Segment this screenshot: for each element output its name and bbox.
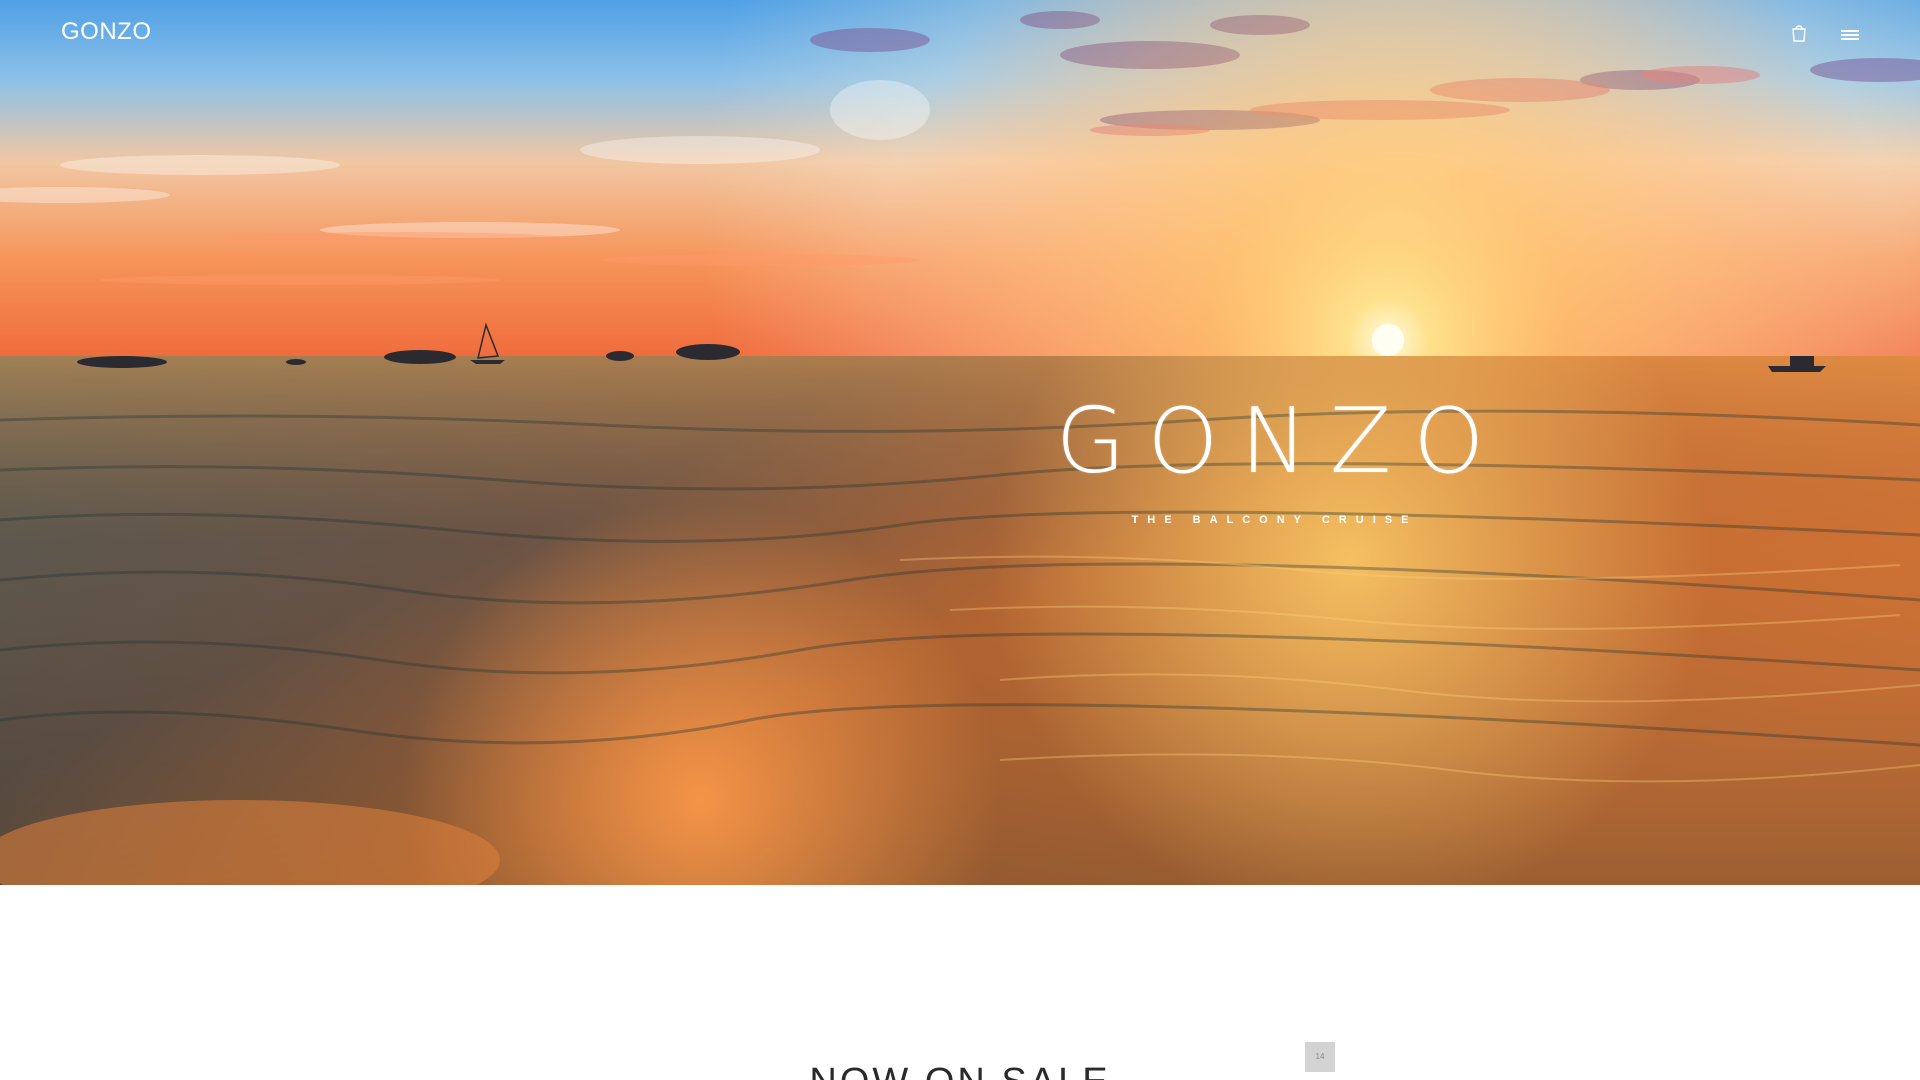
menu-button[interactable] (1838, 24, 1862, 46)
hero-title: GONZO (1055, 389, 1507, 494)
site-logo[interactable]: GONZO (61, 18, 152, 46)
sale-heading: NOW ON SALE (760, 1062, 1160, 1080)
hero-subtitle: THE BALCONY CRUISE (1131, 514, 1418, 526)
shopping-bag-icon (1792, 25, 1806, 42)
hamburger-menu-icon (1841, 30, 1859, 40)
cart-button[interactable] (1788, 22, 1810, 44)
scroll-to-top-badge[interactable]: 14 (1305, 1042, 1335, 1072)
hero-background-image (0, 0, 1920, 885)
page: GONZO GONZO THE BALCONY CRUISE NOW ON SA… (0, 0, 1920, 1080)
hero-section: GONZO GONZO THE BALCONY CRUISE (0, 0, 1920, 885)
sale-section: NOW ON SALE 14 (0, 885, 1920, 1080)
